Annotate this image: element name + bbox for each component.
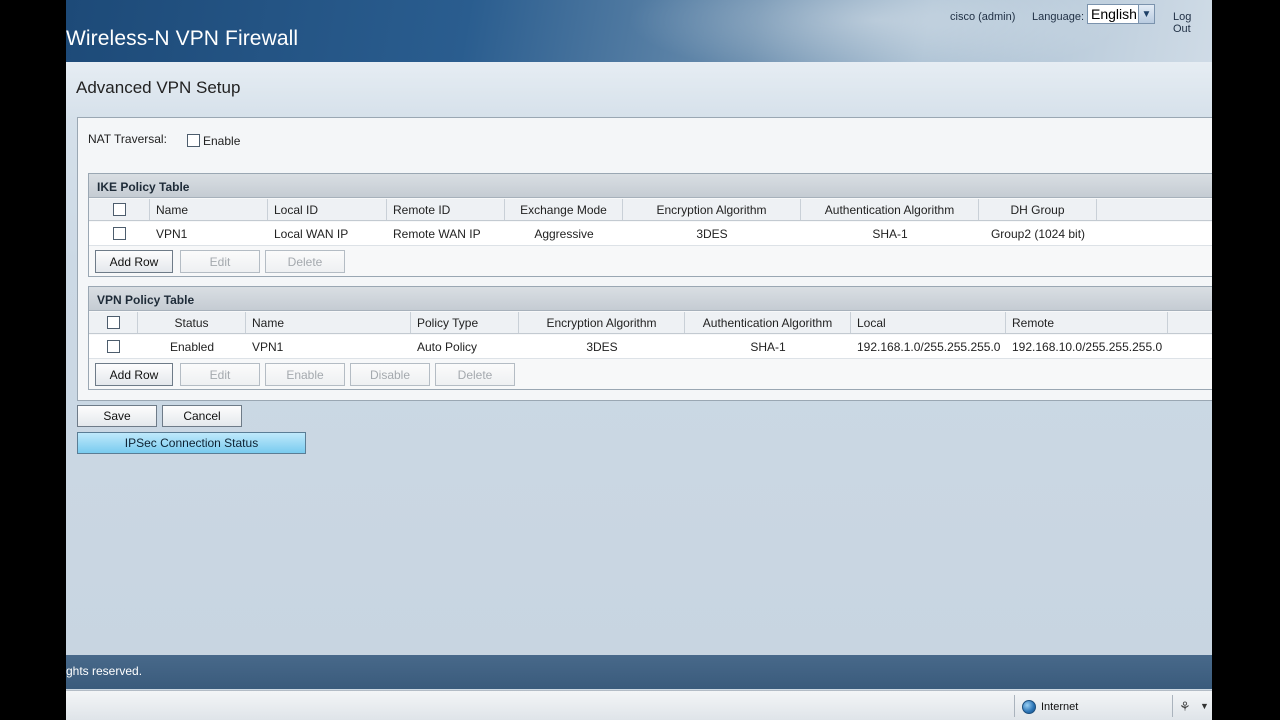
page-title: Advanced VPN Setup xyxy=(76,78,241,97)
ike-cell-local-id: Local WAN IP xyxy=(274,226,349,241)
vpn-row-checkbox[interactable] xyxy=(107,340,120,353)
vpn-col-authentication[interactable]: Authentication Algorithm xyxy=(685,312,851,333)
ike-col-authentication[interactable]: Authentication Algorithm xyxy=(801,199,979,220)
vpn-add-row-button[interactable]: Add Row xyxy=(95,363,173,386)
app-header: Wireless-N VPN Firewall cisco (admin) La… xyxy=(66,0,1212,80)
vpn-col-policy-type[interactable]: Policy Type xyxy=(411,312,519,333)
vpn-table-title: VPN Policy Table xyxy=(89,287,1212,311)
vpn-select-all-cell xyxy=(89,312,138,333)
row-select-cell xyxy=(89,335,138,358)
ike-select-all-checkbox[interactable] xyxy=(112,203,126,216)
ike-cell-authentication: SHA-1 xyxy=(872,226,908,241)
table-row[interactable]: VPN1 Local WAN IP Remote WAN IP Aggressi… xyxy=(89,222,1212,246)
ike-col-local-id[interactable]: Local ID xyxy=(268,199,387,220)
vpn-col-name[interactable]: Name xyxy=(246,312,411,333)
vpn-settings-panel: NAT Traversal: Enable IKE Policy Table N… xyxy=(77,117,1212,401)
nat-traversal-checkbox[interactable] xyxy=(187,134,200,147)
ike-cell-remote-id: Remote WAN IP xyxy=(393,226,481,241)
protected-mode-icon[interactable]: ⚘ xyxy=(1179,699,1191,715)
browser-window: Wireless-N VPN Firewall cisco (admin) La… xyxy=(66,0,1212,720)
ike-cell-dh-group: Group2 (1024 bit) xyxy=(990,226,1086,241)
vpn-col-remote[interactable]: Remote xyxy=(1006,312,1168,333)
row-select-cell xyxy=(89,222,150,245)
vpn-table-header: Status Name Policy Type Encryption Algor… xyxy=(89,312,1212,334)
vpn-cell-status: Enabled xyxy=(169,339,215,354)
ike-cell-encryption: 3DES xyxy=(696,226,728,241)
ike-select-all-cell xyxy=(89,199,150,220)
vpn-cell-local: 192.168.1.0/255.255.255.0 xyxy=(857,339,1001,354)
ike-col-remote-id[interactable]: Remote ID xyxy=(387,199,505,220)
globe-icon xyxy=(1022,700,1036,714)
vpn-disable-button[interactable]: Disable xyxy=(350,363,430,386)
ike-col-dh-group[interactable]: DH Group xyxy=(979,199,1097,220)
save-button[interactable]: Save xyxy=(77,405,157,427)
vpn-cell-encryption: 3DES xyxy=(586,339,618,354)
ike-delete-button[interactable]: Delete xyxy=(265,250,345,273)
ike-col-encryption[interactable]: Encryption Algorithm xyxy=(623,199,801,220)
ike-add-row-button[interactable]: Add Row xyxy=(95,250,173,273)
product-title: Wireless-N VPN Firewall xyxy=(66,27,299,50)
ike-table-title: IKE Policy Table xyxy=(89,174,1212,198)
ike-cell-name: VPN1 xyxy=(156,226,188,241)
ike-edit-button[interactable]: Edit xyxy=(180,250,260,273)
status-divider xyxy=(1172,695,1173,717)
ike-cell-exchange-mode: Aggressive xyxy=(534,226,594,241)
logout-link[interactable]: Log Out xyxy=(1173,11,1212,35)
vpn-cell-policy-type: Auto Policy xyxy=(417,339,478,354)
vpn-enable-button[interactable]: Enable xyxy=(265,363,345,386)
vpn-cell-remote: 192.168.10.0/255.255.255.0 xyxy=(1012,339,1163,354)
chevron-down-icon[interactable]: ▼ xyxy=(1138,5,1154,23)
page-footer: ghts reserved. xyxy=(66,655,1212,689)
vpn-cell-name: VPN1 xyxy=(252,339,284,354)
vpn-cell-authentication: SHA-1 xyxy=(750,339,786,354)
ike-policy-table: IKE Policy Table Name Local ID Remote ID… xyxy=(88,173,1212,277)
cancel-button[interactable]: Cancel xyxy=(162,405,242,427)
content-area: Advanced VPN Setup NAT Traversal: Enable… xyxy=(66,62,1212,655)
vpn-edit-button[interactable]: Edit xyxy=(180,363,260,386)
vpn-select-all-checkbox[interactable] xyxy=(106,316,120,329)
vpn-delete-button[interactable]: Delete xyxy=(435,363,515,386)
vpn-col-status[interactable]: Status xyxy=(138,312,246,333)
nat-enable-label[interactable]: Enable xyxy=(203,134,240,148)
ike-table-header: Name Local ID Remote ID Exchange Mode En… xyxy=(89,199,1212,221)
language-select[interactable]: English ▼ xyxy=(1087,4,1155,24)
chevron-down-icon[interactable]: ▼ xyxy=(1200,701,1209,711)
ike-col-exchange-mode[interactable]: Exchange Mode xyxy=(505,199,623,220)
letterbox-edge xyxy=(1212,0,1280,720)
copyright-text: ghts reserved. xyxy=(66,664,143,678)
table-row[interactable]: Enabled VPN1 Auto Policy 3DES SHA-1 192.… xyxy=(89,335,1212,359)
security-zone-label: Internet xyxy=(1041,701,1079,713)
vpn-policy-table: VPN Policy Table Status Name Policy Type… xyxy=(88,286,1212,390)
vpn-col-encryption[interactable]: Encryption Algorithm xyxy=(519,312,685,333)
ipsec-connection-status-button[interactable]: IPSec Connection Status xyxy=(77,432,306,454)
language-label: Language: xyxy=(1032,11,1084,23)
nat-traversal-label: NAT Traversal: xyxy=(88,132,167,146)
ike-col-name[interactable]: Name xyxy=(150,199,268,220)
ike-row-checkbox[interactable] xyxy=(113,227,126,240)
current-user: cisco (admin) xyxy=(950,11,1016,23)
vpn-table-actions: Add Row Edit Enable Disable Delete xyxy=(89,361,1212,389)
browser-status-bar: Internet ⚘ ▼ xyxy=(66,690,1212,720)
ike-table-actions: Add Row Edit Delete xyxy=(89,248,1212,276)
language-selected-value: English xyxy=(1091,6,1137,22)
status-divider xyxy=(1014,695,1015,717)
vpn-col-local[interactable]: Local xyxy=(851,312,1006,333)
